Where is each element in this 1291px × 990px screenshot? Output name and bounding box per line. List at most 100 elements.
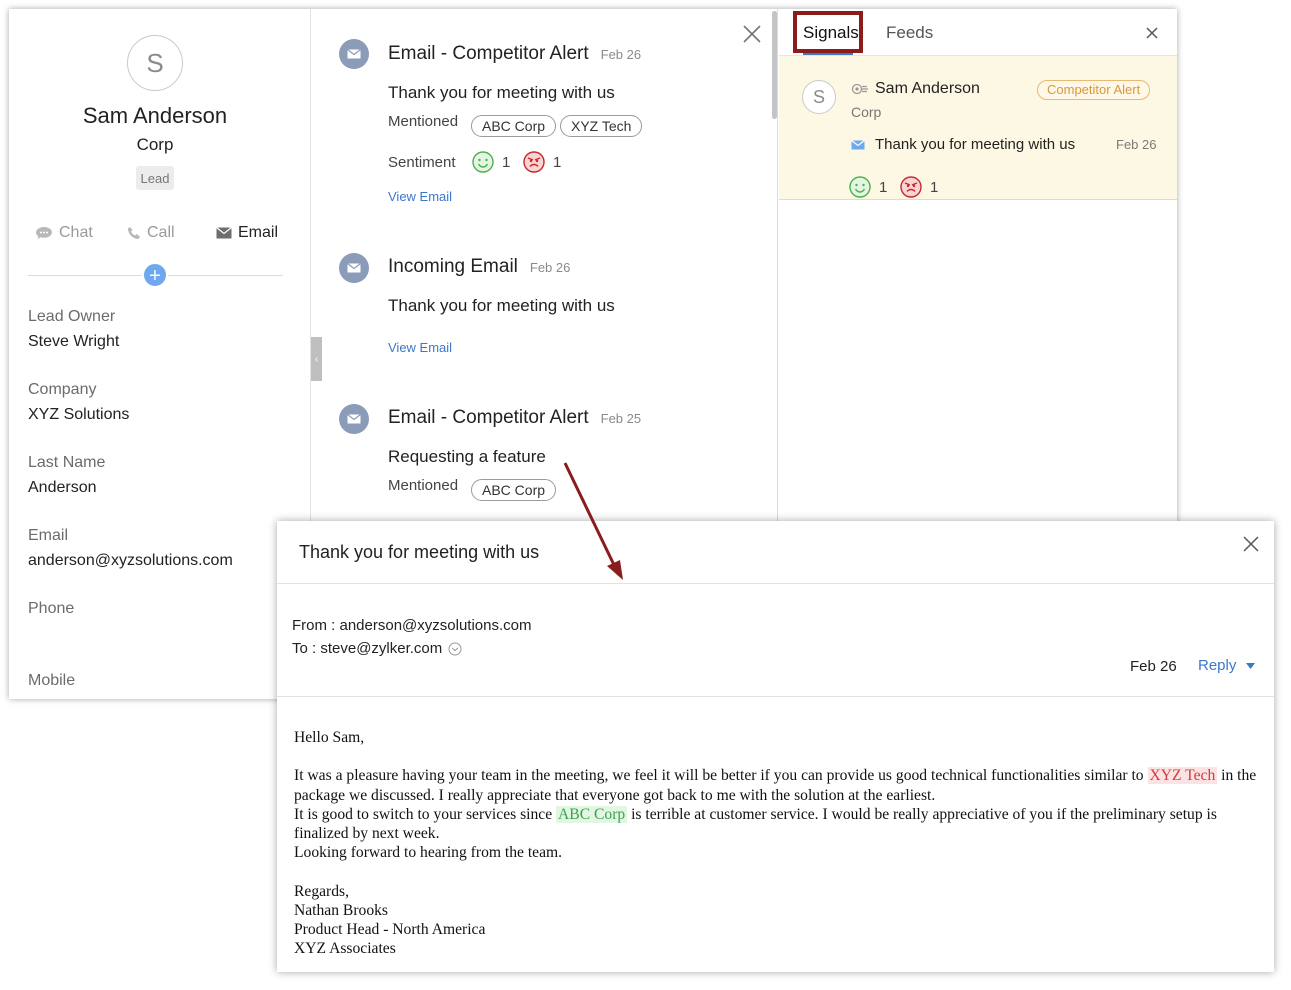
field-value-last-name: Anderson	[28, 479, 97, 496]
mention-chip[interactable]: XYZ Tech	[560, 115, 643, 137]
signal-company: Corp	[851, 104, 882, 120]
mail-icon	[339, 39, 369, 69]
reply-button[interactable]: Reply	[1198, 657, 1256, 674]
tab-feeds[interactable]: Feeds	[886, 23, 933, 43]
tab-bar: Signals Feeds	[779, 9, 1177, 56]
scrollbar[interactable]	[772, 11, 777, 119]
timeline-subject: Requesting a feature	[388, 447, 546, 466]
mail-icon	[339, 253, 369, 283]
avatar: S	[802, 80, 836, 114]
chevron-left-icon: ‹	[314, 353, 319, 365]
popup-title: Thank you for meeting with us	[299, 542, 540, 562]
timeline-subject: Thank you for meeting with us	[388, 83, 615, 102]
sentiment-label: Sentiment	[388, 154, 456, 171]
profile-name: Sam Anderson	[82, 103, 228, 128]
timeline-item-title: Email - Competitor Alert Feb 26	[388, 43, 641, 65]
timeline-title-text: Email - Competitor Alert	[388, 407, 589, 428]
timeline-item-title: Incoming Email Feb 26	[388, 256, 570, 278]
email-label: Email	[238, 224, 279, 241]
smiley-icon	[849, 176, 871, 198]
field-label-email: Email	[28, 527, 69, 544]
field-label-lead-owner: Lead Owner	[28, 308, 116, 325]
tab-signals[interactable]: Signals	[803, 23, 859, 43]
field-label-company: Company	[28, 381, 97, 398]
close-icon[interactable]	[1243, 536, 1259, 552]
positive-count: 1	[502, 153, 511, 171]
signal-contact-name: Sam Anderson	[875, 80, 980, 97]
email-button[interactable]: Email	[216, 224, 278, 242]
chat-button[interactable]: Chat	[35, 224, 93, 242]
close-icon[interactable]	[1145, 26, 1159, 40]
signal-contact: Sam Anderson	[851, 80, 980, 98]
caret-down-icon[interactable]	[1246, 662, 1256, 669]
lead-badge: Lead	[136, 166, 174, 190]
angry-face-icon	[900, 176, 922, 198]
mentioned-label: Mentioned	[388, 477, 459, 494]
email-text: It is good to switch to your services si…	[294, 805, 557, 823]
envelope-icon	[851, 139, 865, 149]
chevron-down-icon[interactable]	[448, 642, 462, 656]
chat-icon	[35, 226, 53, 240]
signal-subject-text: Thank you for meeting with us	[875, 136, 1076, 153]
email-popup: Thank you for meeting with us From : and…	[277, 521, 1274, 972]
signature-line: XYZ Associates	[294, 940, 396, 958]
angry-face-icon	[523, 151, 545, 173]
signal-card[interactable]: S Sam Anderson Corp Competitor Alert Tha…	[779, 56, 1177, 200]
positive-sentiment: 1	[472, 151, 510, 173]
negative-sentiment: 1	[900, 176, 938, 198]
timeline-title-text: Incoming Email	[388, 256, 518, 277]
email-body: Hello Sam, It was a pleasure having your…	[294, 728, 1259, 978]
phone-icon	[127, 226, 141, 240]
collapse-handle[interactable]: ‹	[311, 337, 322, 381]
timeline-date: Feb 26	[529, 260, 571, 275]
close-icon[interactable]	[741, 23, 763, 45]
call-label: Call	[147, 224, 175, 241]
reply-label: Reply	[1198, 657, 1237, 674]
view-email-link[interactable]: View Email	[388, 189, 452, 204]
field-value-lead-owner: Steve Wright	[28, 333, 120, 350]
negative-count: 1	[930, 178, 939, 196]
field-value-company: XYZ Solutions	[28, 406, 130, 423]
email-to-row: To : steve@zylker.com	[292, 640, 462, 657]
timeline-date: Feb 25	[600, 411, 642, 426]
positive-count: 1	[879, 178, 888, 196]
avatar: S	[127, 35, 183, 91]
competitor-alert-badge: Competitor Alert	[1037, 80, 1151, 100]
email-date: Feb 26	[1130, 658, 1177, 675]
field-label-last-name: Last Name	[28, 454, 106, 471]
call-button[interactable]: Call	[127, 224, 175, 242]
active-tab-indicator	[803, 53, 853, 55]
email-to: To : steve@zylker.com	[292, 640, 443, 657]
timeline-title-text: Email - Competitor Alert	[388, 43, 589, 64]
signal-date: Feb 26	[1116, 137, 1157, 152]
mentioned-label: Mentioned	[388, 113, 459, 130]
envelope-icon	[216, 227, 232, 239]
add-button[interactable]: +	[142, 262, 168, 288]
email-paragraph: It was a pleasure having your team in th…	[294, 766, 1259, 862]
timeline-item-title: Email - Competitor Alert Feb 25	[388, 407, 641, 429]
timeline-date: Feb 26	[600, 47, 642, 62]
divider	[277, 696, 1274, 697]
signal-icon	[851, 83, 868, 95]
field-label-phone: Phone	[28, 600, 75, 617]
smiley-icon	[472, 151, 494, 173]
email-signature: Regards, Nathan Brooks Product Head - No…	[294, 882, 1259, 959]
email-greeting: Hello Sam,	[294, 729, 365, 746]
signal-subject: Thank you for meeting with us	[851, 136, 1075, 153]
mention-chip[interactable]: ABC Corp	[471, 479, 557, 501]
positive-sentiment: 1	[849, 176, 887, 198]
negative-count: 1	[553, 153, 562, 171]
competitor-highlight: XYZ Tech	[1147, 767, 1218, 785]
signature-line: Product Head - North America	[294, 921, 486, 938]
mail-icon	[339, 404, 369, 434]
divider	[277, 583, 1274, 584]
field-value-email[interactable]: anderson@xyzsolutions.com	[28, 552, 233, 570]
signature-line: Regards,	[294, 882, 349, 900]
chat-label: Chat	[59, 224, 93, 241]
email-from: From : anderson@xyzsolutions.com	[292, 617, 532, 634]
signature-line: Nathan Brooks	[294, 901, 388, 919]
field-label-mobile: Mobile	[28, 672, 76, 689]
mention-chip[interactable]: ABC Corp	[471, 115, 557, 137]
profile-company: Corp	[136, 135, 174, 154]
view-email-link[interactable]: View Email	[388, 340, 452, 355]
